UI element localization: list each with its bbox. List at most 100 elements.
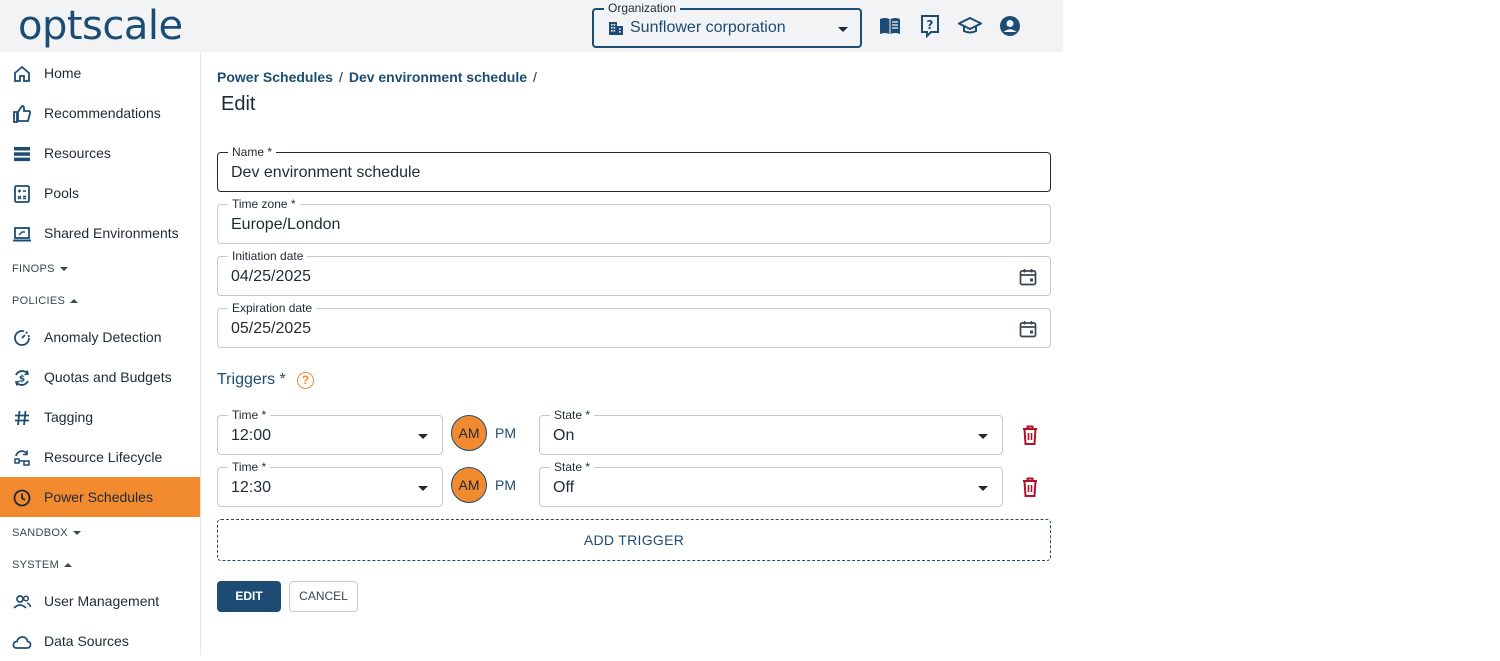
- money-cycle-icon: $: [14, 370, 30, 386]
- sidebar-item-label: Power Schedules: [44, 489, 153, 505]
- sidebar-item-label: User Management: [44, 593, 160, 609]
- sidebar-item-resources[interactable]: Resources: [0, 133, 200, 173]
- delete-icon[interactable]: [1020, 476, 1040, 498]
- sidebar-item-quotas-and-budgets[interactable]: $ Quotas and Budgets: [0, 357, 200, 397]
- section-system[interactable]: SYSTEM: [12, 559, 73, 571]
- sidebar-item-power-schedules[interactable]: Power Schedules: [0, 477, 200, 517]
- expiration-date-field[interactable]: Expiration date 05/25/2025: [217, 301, 1051, 348]
- breadcrumb-separator: /: [338, 69, 343, 85]
- svg-text:?: ?: [927, 18, 934, 32]
- caret-down-icon: [59, 267, 68, 272]
- sidebar-item-label: Resources: [44, 145, 111, 161]
- breadcrumb-link-schedule[interactable]: Dev environment schedule: [349, 69, 527, 85]
- organization-value: Sunflower corporation: [630, 19, 786, 36]
- sidebar-item-tagging[interactable]: Tagging: [0, 397, 200, 437]
- sidebar-item-label: Tagging: [44, 409, 94, 425]
- state-value: Off: [553, 479, 575, 496]
- sidebar-item-label: Data Sources: [44, 633, 129, 649]
- building-icon: [609, 22, 623, 35]
- svg-text:$: $: [19, 375, 25, 385]
- initiation-date-field[interactable]: Initiation date 04/25/2025: [217, 249, 1051, 296]
- time-label: Time *: [228, 460, 271, 474]
- sidebar-item-resource-lifecycle[interactable]: Resource Lifecycle: [0, 437, 200, 477]
- caret-down-icon: [72, 531, 81, 536]
- chevron-down-icon: [978, 434, 988, 439]
- delete-icon[interactable]: [1020, 424, 1040, 446]
- organization-label: Organization: [604, 1, 681, 15]
- initiation-date-value: 04/25/2025: [231, 268, 312, 285]
- caret-up-icon: [70, 299, 79, 304]
- sidebar-item-label: Pools: [44, 185, 80, 201]
- name-field[interactable]: Name * Dev environment schedule: [217, 145, 1051, 192]
- trigger-state-select[interactable]: State * On: [539, 408, 1003, 455]
- home-icon: [14, 65, 30, 82]
- pm-toggle[interactable]: PM: [495, 477, 516, 493]
- section-sandbox[interactable]: SANDBOX: [12, 527, 81, 539]
- graduation-cap-icon[interactable]: [958, 14, 982, 38]
- account-circle-icon[interactable]: [998, 14, 1022, 38]
- breadcrumb-separator: /: [533, 69, 537, 85]
- timezone-value: Europe/London: [231, 216, 341, 233]
- book-icon[interactable]: [878, 14, 902, 38]
- app-window: optscale Organization Sunflower corporat…: [0, 0, 1063, 655]
- section-policies[interactable]: POLICIES: [12, 295, 79, 307]
- hash-icon: [15, 410, 29, 426]
- sidebar-item-label: Shared Environments: [44, 225, 179, 241]
- thumbs-up-icon: [13, 105, 32, 123]
- sidebar-item-label: Home: [44, 65, 82, 81]
- expiration-date-label: Expiration date: [228, 301, 317, 315]
- time-value: 12:00: [231, 427, 272, 444]
- sidebar-item-anomaly-detection[interactable]: Anomaly Detection: [0, 317, 200, 357]
- top-bar: optscale Organization Sunflower corporat…: [0, 0, 1063, 52]
- section-label: FINOPS: [12, 263, 55, 275]
- sidebar-item-pools[interactable]: Pools: [0, 173, 200, 213]
- sidebar-item-user-management[interactable]: User Management: [0, 581, 200, 621]
- triggers-heading: Triggers *: [217, 371, 286, 388]
- initiation-date-label: Initiation date: [228, 249, 308, 263]
- name-value: Dev environment schedule: [231, 164, 421, 181]
- am-toggle[interactable]: AM: [451, 467, 487, 503]
- am-toggle[interactable]: AM: [451, 415, 487, 451]
- chevron-down-icon: [418, 434, 428, 439]
- trigger-time-select[interactable]: Time * 12:30: [217, 460, 443, 507]
- add-trigger-button[interactable]: ADD TRIGGER: [217, 519, 1051, 561]
- anomaly-icon: [14, 330, 30, 346]
- sidebar-item-data-sources[interactable]: Data Sources: [0, 621, 200, 661]
- calendar-icon[interactable]: [1018, 267, 1038, 287]
- page-title: Edit: [221, 93, 256, 115]
- section-label: POLICIES: [12, 295, 66, 307]
- section-label: SYSTEM: [12, 559, 60, 571]
- trigger-time-select[interactable]: Time * 12:00: [217, 408, 443, 455]
- sidebar-item-label: Recommendations: [44, 105, 161, 121]
- caret-up-icon: [64, 563, 73, 568]
- trigger-state-select[interactable]: State * Off: [539, 460, 1003, 507]
- state-label: State *: [550, 460, 595, 474]
- section-finops[interactable]: FINOPS: [12, 263, 68, 275]
- main-content: Power Schedules / Dev environment schedule…: [201, 52, 1063, 655]
- cloud-icon: [12, 636, 32, 649]
- sidebar-item-label: Anomaly Detection: [44, 329, 162, 345]
- name-label: Name *: [228, 145, 277, 159]
- chevron-down-icon: [978, 486, 988, 491]
- sidebar-item-recommendations[interactable]: Recommendations: [0, 93, 200, 133]
- optscale-logo[interactable]: optscale: [18, 2, 183, 50]
- state-label: State *: [550, 408, 595, 422]
- sidebar-item-home[interactable]: Home: [0, 53, 200, 93]
- timezone-field[interactable]: Time zone * Europe/London: [217, 197, 1051, 244]
- breadcrumb-link-power-schedules[interactable]: Power Schedules: [217, 69, 333, 85]
- list-icon: [14, 147, 30, 162]
- help-document-icon[interactable]: ?: [918, 14, 942, 38]
- time-label: Time *: [228, 408, 271, 422]
- organization-select[interactable]: Organization Sunflower corporation: [592, 1, 862, 48]
- sidebar-item-label: Resource Lifecycle: [44, 449, 163, 465]
- pm-toggle[interactable]: PM: [495, 425, 516, 441]
- calendar-icon[interactable]: [1018, 319, 1038, 339]
- edit-button[interactable]: EDIT: [217, 581, 281, 612]
- laptop-icon: [13, 227, 31, 242]
- sidebar-item-label: Quotas and Budgets: [44, 369, 172, 385]
- sidebar-item-shared-environments[interactable]: Shared Environments: [0, 213, 200, 253]
- help-icon[interactable]: ?: [297, 372, 314, 389]
- timezone-label: Time zone *: [228, 197, 300, 211]
- cancel-button[interactable]: CANCEL: [289, 581, 358, 612]
- users-icon: [13, 595, 32, 609]
